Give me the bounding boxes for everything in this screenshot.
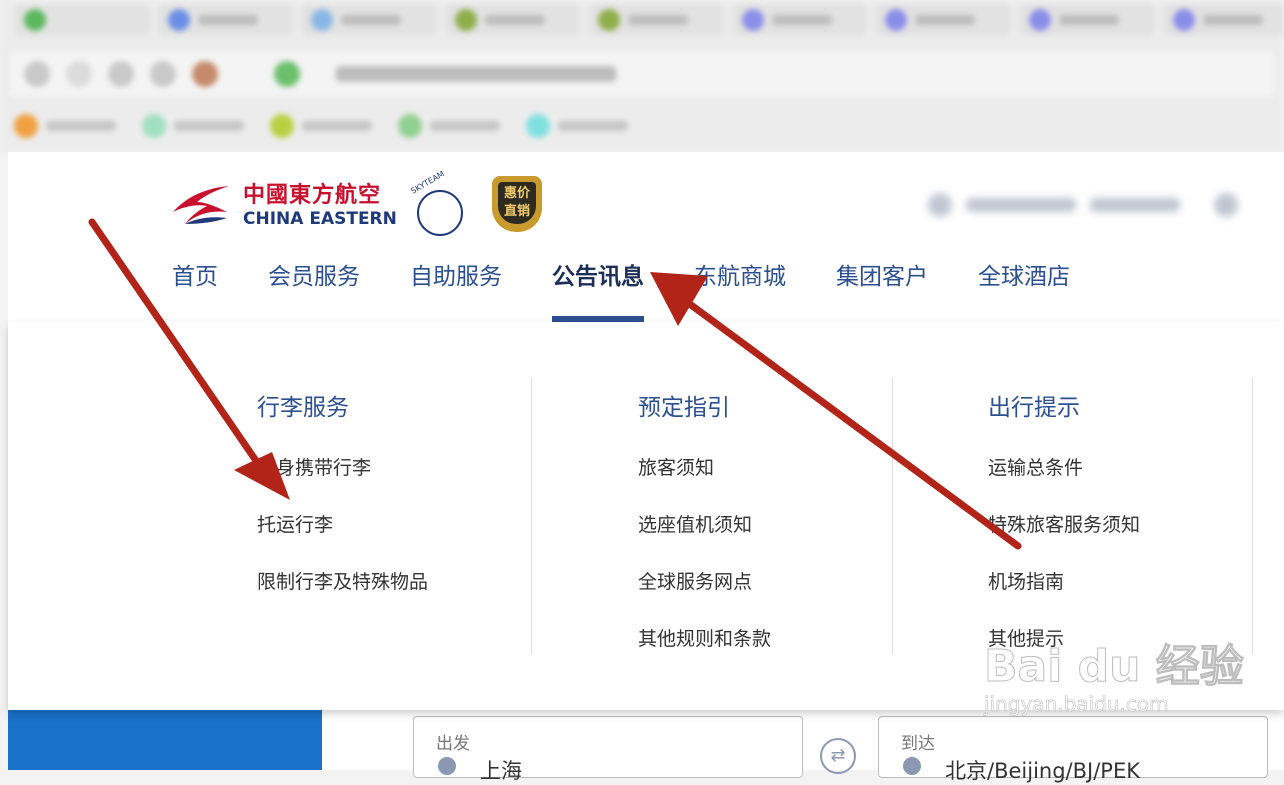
link-special-passengers[interactable]: 特殊旅客服务须知	[988, 513, 1140, 570]
browser-tab[interactable]	[445, 4, 581, 36]
column-divider	[892, 378, 893, 654]
browser-tab[interactable]	[14, 4, 150, 36]
extension-icon[interactable]	[192, 61, 218, 87]
browser-tab[interactable]	[588, 4, 724, 36]
departure-value: 上海	[480, 755, 522, 785]
nav-item-self-service[interactable]: 自助服务	[410, 258, 502, 322]
address-bar[interactable]	[10, 52, 1274, 96]
nav-item-hotels[interactable]: 全球酒店	[978, 258, 1070, 322]
browser-tab[interactable]	[1019, 4, 1155, 36]
bookmark-item[interactable]	[398, 114, 500, 138]
link-checked-baggage[interactable]: 托运行李	[257, 513, 428, 570]
browser-chrome	[0, 0, 1284, 152]
link-conditions-of-carriage[interactable]: 运输总条件	[988, 456, 1140, 513]
home-icon[interactable]	[150, 61, 176, 87]
nav-item-announcements[interactable]: 公告讯息	[552, 258, 644, 322]
bookmark-item[interactable]	[270, 114, 372, 138]
column-divider	[1252, 378, 1253, 654]
link-passenger-notice[interactable]: 旅客须知	[638, 456, 771, 513]
departure-field[interactable]: 出发 上海	[413, 716, 803, 778]
column-title-booking: 预定指引	[638, 388, 771, 422]
link-airport-guide[interactable]: 机场指南	[988, 570, 1140, 627]
column-title-baggage: 行李服务	[257, 388, 428, 422]
bookmark-item[interactable]	[14, 114, 116, 138]
refresh-icon[interactable]	[108, 61, 134, 87]
link-carry-on-baggage[interactable]: 随身携带行李	[257, 456, 428, 513]
link-other-rules[interactable]: 其他规则和条款	[638, 627, 771, 684]
swallow-logo-icon	[171, 178, 231, 234]
link-seat-checkin[interactable]: 选座值机须知	[638, 513, 771, 570]
phone-icon[interactable]	[928, 193, 952, 217]
url-text[interactable]	[336, 66, 616, 82]
dropdown-column-travel-tips: 出行提示 运输总条件 特殊旅客服务须知 机场指南 其他提示	[988, 378, 1140, 654]
link-service-points[interactable]: 全球服务网点	[638, 570, 771, 627]
main-nav: 首页 会员服务 自助服务 公告讯息 东航商城 集团客户 全球酒店	[172, 258, 1120, 322]
link-restricted-items[interactable]: 限制行李及特殊物品	[257, 570, 428, 627]
dropdown-column-baggage: 行李服务 随身携带行李 托运行李 限制行李及特殊物品	[257, 378, 428, 654]
deal-badge-text: 惠价直销	[498, 182, 536, 224]
deal-badge-icon[interactable]: 惠价直销	[488, 176, 546, 238]
dropdown-column-booking: 预定指引 旅客须知 选座值机须知 全球服务网点 其他规则和条款	[638, 378, 771, 654]
browser-tab[interactable]	[301, 4, 437, 36]
bookmarks-bar	[14, 108, 1274, 144]
departure-label: 出发	[436, 729, 470, 754]
user-icon[interactable]	[1214, 193, 1238, 217]
browser-tab[interactable]	[875, 4, 1011, 36]
bookmark-item[interactable]	[526, 114, 628, 138]
browser-tab[interactable]	[732, 4, 868, 36]
arrival-label: 到达	[901, 729, 935, 754]
watermark-brand: Bai du 经验	[984, 630, 1284, 694]
header-right-links	[928, 190, 1284, 220]
column-title-travel-tips: 出行提示	[988, 388, 1140, 422]
forward-icon[interactable]	[66, 61, 92, 87]
hero-banner	[8, 710, 322, 770]
browser-tab[interactable]	[158, 4, 294, 36]
column-divider	[531, 378, 532, 654]
bookmark-item[interactable]	[142, 114, 244, 138]
nav-item-mall[interactable]: 东航商城	[694, 258, 786, 322]
back-icon[interactable]	[24, 61, 50, 87]
arrival-value: 北京/Beijing/BJ/PEK	[945, 755, 1140, 785]
swap-arrows-icon[interactable]: ⇄	[820, 738, 856, 774]
browser-tab-strip	[0, 4, 1284, 44]
site-header: 中國東方航空 CHINA EASTERN SKYTEAM 惠价直销 首页 会员服…	[8, 152, 1284, 323]
browser-tab[interactable]	[1163, 4, 1284, 36]
nav-item-member-services[interactable]: 会员服务	[268, 258, 360, 322]
location-pin-icon	[903, 757, 921, 775]
watermark-url: jingyan.baidu.com	[984, 692, 1284, 716]
location-pin-icon	[438, 757, 456, 775]
logo-english-name: CHINA EASTERN	[243, 209, 397, 229]
nav-item-home[interactable]: 首页	[172, 258, 218, 322]
baidu-jingyan-watermark: Bai du 经验 jingyan.baidu.com	[984, 630, 1284, 750]
logo-chinese-name: 中國東方航空	[243, 183, 397, 209]
china-eastern-logo[interactable]: 中國東方航空 CHINA EASTERN SKYTEAM	[171, 178, 461, 234]
skyteam-logo-icon: SKYTEAM	[409, 178, 461, 234]
nav-item-corporate[interactable]: 集团客户	[836, 258, 928, 322]
secure-icon	[274, 61, 300, 87]
